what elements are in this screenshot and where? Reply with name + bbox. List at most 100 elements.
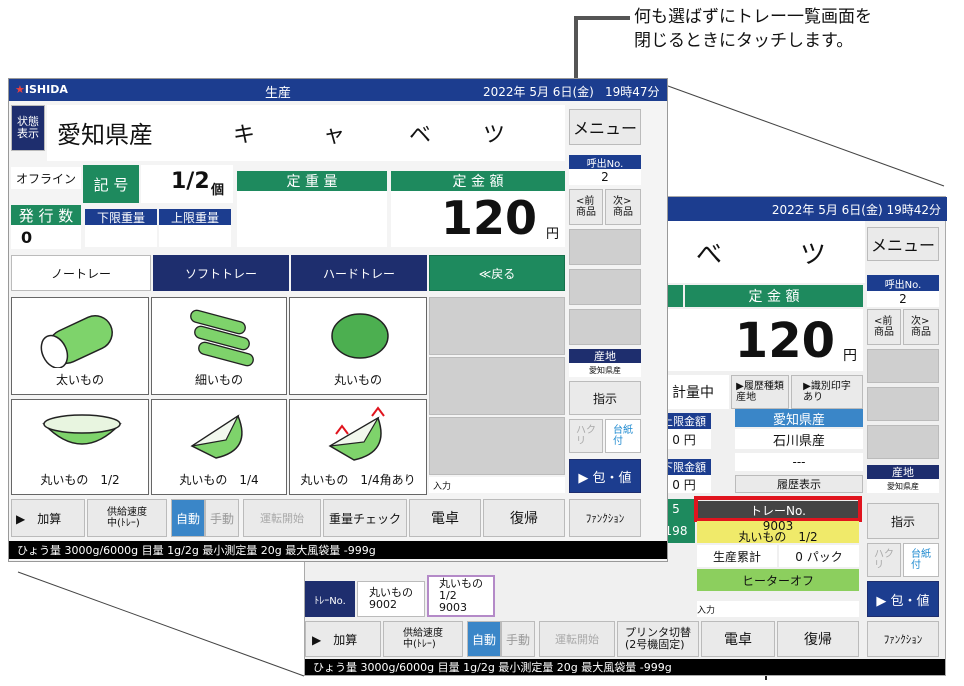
back-feed-speed-button[interactable]: 供給速度 中(ﾄﾚｰ) xyxy=(383,621,463,657)
tile-label: 丸いもの xyxy=(333,373,382,387)
tab-soft-tray[interactable]: ソフトトレー xyxy=(153,255,289,291)
calc-button[interactable]: 電卓 xyxy=(409,499,481,537)
tab-hard-tray[interactable]: ハードトレー xyxy=(291,255,427,291)
back-call-no: 2 xyxy=(867,291,939,307)
price: 120 xyxy=(440,191,537,245)
back-tray-tab[interactable]: ﾄﾚｰNo. xyxy=(305,581,355,617)
front-status-bar: ひょう量 3000g/6000g 目量 1g/2g 最小測定量 20g 最大風袋… xyxy=(9,541,667,559)
back-origin-3: --- xyxy=(735,453,863,471)
quarter-corner-icon xyxy=(328,406,385,461)
wrap-button[interactable]: ▶ 包・値 xyxy=(569,459,641,493)
auto-button[interactable]: 自動 xyxy=(171,499,205,537)
origin-value: 愛知県産 xyxy=(569,363,641,377)
blank-tile-2[interactable] xyxy=(429,357,565,415)
back-start-button[interactable]: 運転開始 xyxy=(539,621,615,657)
prev-product-button[interactable]: <前 商品 xyxy=(569,189,603,225)
front-screen: ★ISHIDA 生産 2022年 5月 6日(金) 19時47分 状態 表示 愛… xyxy=(8,78,668,562)
back-price-box: 120 円 xyxy=(657,309,863,371)
tab-no-tray[interactable]: ノートレー xyxy=(11,255,151,291)
ishida-logo: ★ISHIDA xyxy=(15,83,68,96)
back-tray-detail-text: 丸いもの 1/2 xyxy=(738,530,818,544)
start-button[interactable]: 運転開始 xyxy=(243,499,321,537)
brand-name: ISHIDA xyxy=(24,83,68,96)
blank-button-2[interactable] xyxy=(569,269,641,305)
function-button[interactable]: ﾌｧﾝｸｼｮﾝ xyxy=(569,499,641,537)
daishi-button[interactable]: 台紙 付 xyxy=(605,419,641,453)
tray-tile-round-quarter-corner[interactable]: 丸いもの 1/4角あり xyxy=(289,399,427,495)
restore-button[interactable]: 復帰 xyxy=(483,499,565,537)
back-ident-button[interactable]: ▶識別印字 あり xyxy=(791,375,863,409)
upper-weight-label: 上限重量 xyxy=(159,209,231,225)
annotation-anchor xyxy=(740,664,800,678)
back-tray-item-1[interactable]: 丸いもの 9002 xyxy=(357,581,425,617)
back-next-product-button[interactable]: 次> 商品 xyxy=(903,309,939,345)
tile-label: 丸いもの 1/2 xyxy=(40,473,120,487)
hakugami-button[interactable]: ハク リ xyxy=(569,419,603,453)
back-input-label: 入力 xyxy=(697,601,859,617)
back-history-display-button[interactable]: 履歴表示 xyxy=(735,475,863,493)
fixed-price-label: 定 金 額 xyxy=(391,171,565,191)
back-daishi-button[interactable]: 台紙 付 xyxy=(903,543,939,577)
half-round-icon xyxy=(42,414,122,445)
back-cum-label: 生産累計 xyxy=(697,545,777,567)
back-kana-1: べ xyxy=(695,239,722,270)
manual-button[interactable]: 手動 xyxy=(205,499,239,537)
next-product-button[interactable]: 次> 商品 xyxy=(605,189,641,225)
symbol-label: 記 号 xyxy=(83,165,139,203)
tile-label: 丸いもの 1/4角あり xyxy=(300,473,416,487)
back-header: 2022年 5月 6日(金) 19時42分 xyxy=(657,197,947,221)
tray-tile-round-half[interactable]: 丸いもの 1/2 xyxy=(11,399,149,495)
back-blank-button-2[interactable] xyxy=(867,387,939,421)
kana-2: ャ xyxy=(323,123,346,148)
call-no: 2 xyxy=(569,169,641,185)
blank-tile-1[interactable] xyxy=(429,297,565,355)
back-function-button[interactable]: ﾌｧﾝｸｼｮﾝ xyxy=(867,621,939,657)
back-blank-button-1[interactable] xyxy=(867,349,939,383)
tile-label: 細いもの xyxy=(194,373,243,387)
tray-tile-thick[interactable]: 太いもの xyxy=(11,297,149,395)
input-label: 入力 xyxy=(429,477,565,493)
menu-button[interactable]: メニュー xyxy=(569,109,641,145)
back-origin-1: 愛知県産 xyxy=(735,409,863,428)
back-calc-button[interactable]: 電卓 xyxy=(701,621,775,657)
tray-tile-thin[interactable]: 細いもの xyxy=(151,297,287,395)
product-name: 愛知県産 xyxy=(57,121,153,149)
back-manual-button[interactable]: 手動 xyxy=(501,621,535,657)
back-printer-button[interactable]: プリンタ切替 (2号機固定) xyxy=(617,621,699,657)
back-menu-button[interactable]: メニュー xyxy=(867,227,939,261)
back-wrap-button[interactable]: ▶ 包・値 xyxy=(867,581,939,617)
kana-4: ツ xyxy=(483,123,506,148)
back-prev-product-button[interactable]: <前 商品 xyxy=(867,309,901,345)
kana-3: ベ xyxy=(409,123,432,148)
back-instruct-button[interactable]: 指示 xyxy=(867,503,939,539)
back-tab-button[interactable]: ≪戻る xyxy=(429,255,565,291)
back-tray-item-2[interactable]: 丸いもの 1/2 9003 xyxy=(427,575,495,617)
back-add-button[interactable]: ▶ 加算 xyxy=(305,621,381,657)
tray-tile-round[interactable]: 丸いもの xyxy=(289,297,427,395)
feed-speed-button[interactable]: 供給速度 中(ﾄﾚｰ) xyxy=(87,499,167,537)
tray-tile-round-quarter[interactable]: 丸いもの 1/4 xyxy=(151,399,287,495)
fixed-weight-box xyxy=(237,191,387,247)
quarter-round-icon xyxy=(190,414,243,459)
blank-tile-3[interactable] xyxy=(429,417,565,475)
state-display-button[interactable]: 状態 表示 xyxy=(11,105,45,151)
back-hakugami-button[interactable]: ハク リ xyxy=(867,543,901,577)
add-button[interactable]: ▶ 加算 xyxy=(11,499,85,537)
symbol-unit: 個 xyxy=(211,183,225,198)
blank-button-1[interactable] xyxy=(569,229,641,265)
thick-vegetable-icon xyxy=(40,315,113,368)
back-status-bar: ひょう量 3000g/6000g 目量 1g/2g 最小測定量 20g 最大風袋… xyxy=(305,659,945,675)
back-history-button[interactable]: ▶履歴種類 産地 xyxy=(731,375,789,409)
back-auto-button[interactable]: 自動 xyxy=(467,621,501,657)
fixed-weight-label: 定 重 量 xyxy=(237,171,387,191)
back-restore-button[interactable]: 復帰 xyxy=(777,621,859,657)
weight-check-button[interactable]: 重量チェック xyxy=(323,499,407,537)
back-blank-button-3[interactable] xyxy=(867,425,939,459)
call-no-label: 呼出No. xyxy=(569,155,641,170)
instruct-button[interactable]: 指示 xyxy=(569,381,641,415)
kana-1: キ xyxy=(233,123,256,148)
back-datetime: 2022年 5月 6日(金) 19時42分 xyxy=(771,202,941,217)
blank-button-3[interactable] xyxy=(569,309,641,345)
back-origin-value: 愛知県産 xyxy=(867,479,939,493)
front-date: 2022年 5月 6日(金) xyxy=(483,85,594,99)
